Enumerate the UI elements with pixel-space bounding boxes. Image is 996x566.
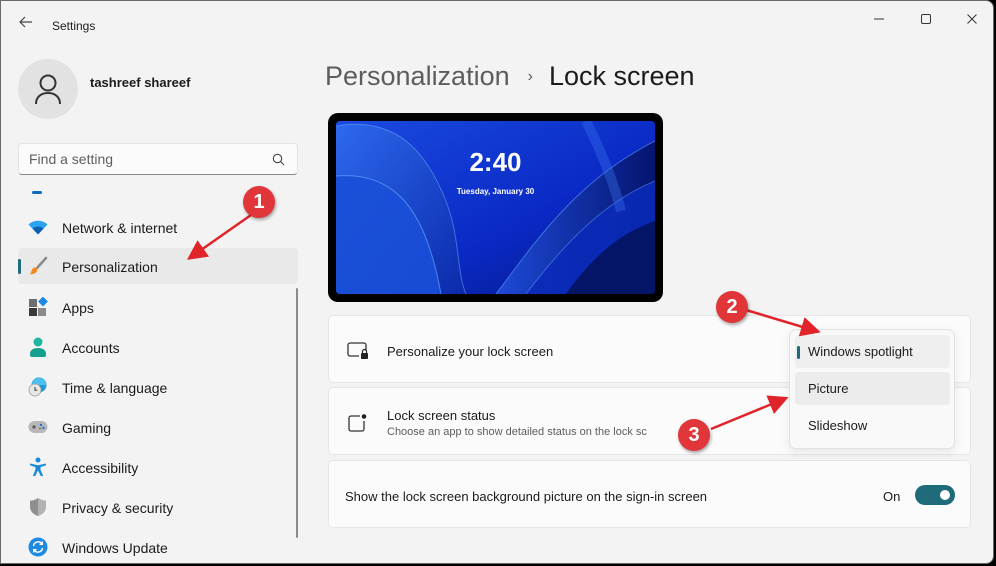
search-input[interactable]: [29, 151, 259, 167]
close-button[interactable]: [949, 5, 993, 33]
lock-screen-preview: 2:40 Tuesday, January 30: [328, 113, 663, 302]
sidebar-scrollbar[interactable]: [296, 288, 298, 538]
brush-icon: [28, 256, 48, 276]
avatar[interactable]: [18, 59, 78, 119]
wifi-icon: [28, 217, 48, 237]
settings-window: Settings tashreef shareef Network & inte…: [0, 0, 994, 564]
toggle-state-label: On: [883, 489, 901, 504]
gamepad-icon: [28, 417, 48, 437]
search-icon[interactable]: [272, 153, 285, 166]
maximize-icon: [921, 14, 931, 24]
close-icon: [967, 14, 977, 24]
sign-in-background-toggle[interactable]: [915, 485, 955, 505]
user-icon: [35, 74, 61, 105]
sidebar-item-label: Accessibility: [62, 460, 139, 476]
toggle-knob: [940, 490, 950, 500]
dropdown-option-label: Windows spotlight: [808, 344, 913, 359]
sidebar-item-label: Accounts: [62, 340, 120, 356]
breadcrumb-separator: ›: [527, 67, 533, 85]
preview-date: Tuesday, January 30: [456, 187, 535, 196]
lock-screen-icon: [347, 342, 368, 359]
page-title: Lock screen: [548, 61, 695, 91]
minimize-icon: [874, 18, 884, 20]
dropdown-option-label: Slideshow: [808, 418, 868, 433]
setting-title: Personalize your lock screen: [387, 344, 554, 359]
setting-title: Show the lock screen background picture …: [345, 489, 708, 504]
annotation-badge-3: 3: [678, 419, 710, 451]
setting-title: Lock screen status: [387, 408, 496, 423]
sidebar-item-privacy-security[interactable]: Privacy & security: [18, 489, 298, 525]
status-icon: [348, 414, 367, 432]
sidebar-item-label: Gaming: [62, 420, 112, 436]
sidebar-item-partial: [32, 191, 42, 194]
maximize-button[interactable]: [903, 5, 949, 33]
apps-icon: [28, 297, 48, 317]
preview-wallpaper: 2:40 Tuesday, January 30: [336, 121, 655, 294]
app-title: Settings: [52, 19, 96, 33]
update-icon: [28, 537, 48, 557]
lock-screen-type-dropdown[interactable]: Windows spotlight Picture Slideshow: [789, 329, 955, 449]
dropdown-option-slideshow[interactable]: Slideshow: [795, 409, 950, 442]
setting-description: Choose an app to show detailed status on…: [387, 426, 647, 438]
minimize-button[interactable]: [856, 5, 902, 33]
search-box[interactable]: [18, 143, 298, 175]
arrow-left-icon: [19, 16, 32, 28]
back-button[interactable]: [15, 13, 37, 31]
annotation-badge-1: 1: [243, 186, 275, 218]
sidebar-item-label: Windows Update: [62, 540, 168, 556]
sidebar-item-time-language[interactable]: Time & language: [18, 369, 298, 405]
annotation-badge-2: 2: [716, 291, 748, 323]
sidebar-item-label: Network & internet: [62, 220, 178, 236]
active-indicator: [18, 259, 21, 274]
title-bar: Settings: [1, 1, 993, 41]
sidebar-item-accessibility[interactable]: Accessibility: [18, 449, 298, 485]
account-icon: [28, 337, 48, 357]
sidebar-item-label: Personalization: [62, 259, 158, 275]
dropdown-option-label: Picture: [808, 381, 849, 396]
selected-indicator: [797, 346, 800, 359]
sidebar-item-windows-update[interactable]: Windows Update: [18, 529, 298, 563]
sidebar-item-label: Privacy & security: [62, 500, 174, 516]
sidebar-item-label: Apps: [62, 300, 94, 316]
sidebar-item-gaming[interactable]: Gaming: [18, 409, 298, 445]
user-name: tashreef shareef: [90, 75, 191, 90]
preview-time: 2:40: [469, 147, 522, 177]
sidebar-item-accounts[interactable]: Accounts: [18, 329, 298, 365]
sidebar-item-apps[interactable]: Apps: [18, 289, 298, 325]
breadcrumb-parent[interactable]: Personalization: [325, 61, 510, 92]
accessibility-icon: [28, 457, 48, 477]
dropdown-option-windows-spotlight[interactable]: Windows spotlight: [795, 335, 950, 368]
shield-icon: [28, 497, 48, 517]
globe-clock-icon: [28, 377, 48, 397]
dropdown-option-picture[interactable]: Picture: [795, 372, 950, 405]
sidebar-item-personalization[interactable]: Personalization: [18, 248, 298, 284]
sidebar-item-label: Time & language: [62, 380, 168, 396]
sign-in-background-row: Show the lock screen background picture …: [328, 460, 971, 528]
breadcrumb: Personalization › Lock screen: [325, 61, 695, 92]
